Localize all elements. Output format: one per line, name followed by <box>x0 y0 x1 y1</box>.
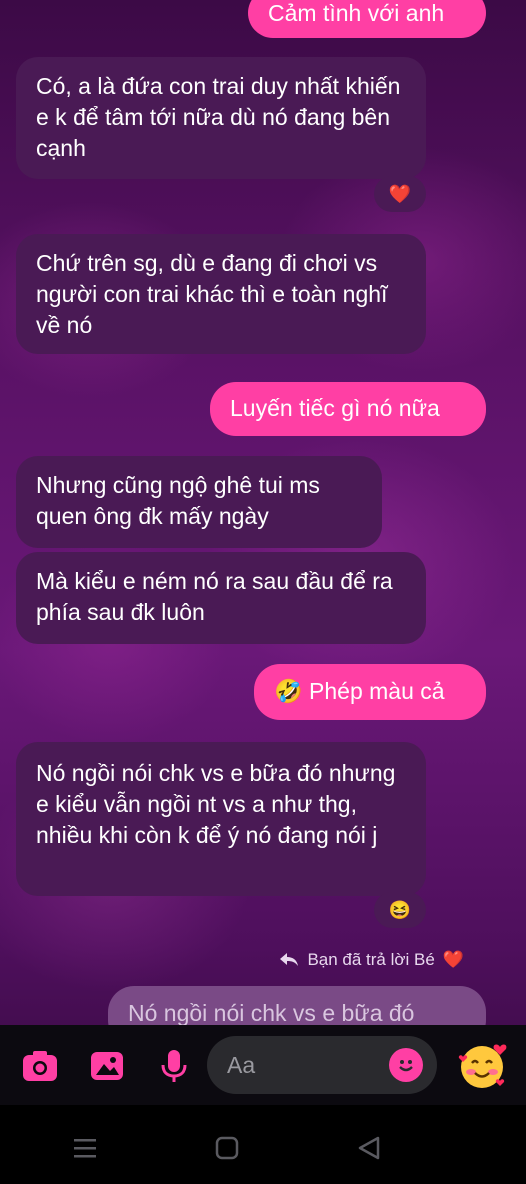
smiley-icon <box>399 1060 413 1072</box>
gallery-icon[interactable] <box>89 1048 125 1084</box>
quoted-message[interactable]: Nó ngồi nói chk vs e bữa đó <box>108 986 486 1025</box>
system-navigation-bar <box>0 1105 526 1184</box>
message-outgoing[interactable]: Cảm tình với anh <box>248 0 486 38</box>
smiling-face-with-hearts-icon <box>458 1044 507 1088</box>
reply-note-text: Bạn đã trả lời Bé <box>307 950 435 969</box>
recent-apps-icon[interactable] <box>72 1137 98 1159</box>
back-icon[interactable] <box>356 1135 382 1161</box>
message-reaction[interactable]: 😆 <box>374 892 426 928</box>
message-composer: Aa <box>0 1025 526 1105</box>
message-incoming[interactable]: Có, a là đứa con trai duy nhất khiến e k… <box>16 57 426 179</box>
message-incoming[interactable]: Mà kiểu e ném nó ra sau đầu để ra phía s… <box>16 552 426 644</box>
message-input-placeholder: Aa <box>227 1051 256 1078</box>
home-icon[interactable] <box>215 1136 239 1160</box>
message-reaction[interactable]: ❤️ <box>374 176 426 212</box>
chat-thread[interactable]: Cảm tình với anh Có, a là đứa con trai d… <box>0 0 526 1025</box>
laughing-face-icon: 😆 <box>388 899 412 920</box>
message-outgoing[interactable]: Luyến tiếc gì nó nữa <box>210 382 486 436</box>
message-incoming[interactable]: Nó ngồi nói chk vs e bữa đó nhưng e kiểu… <box>16 742 426 896</box>
reply-arrow-icon <box>280 953 299 966</box>
message-input[interactable]: Aa <box>207 1036 437 1094</box>
reply-indicator: Bạn đã trả lời Bé ❤️ <box>279 950 464 970</box>
heart-icon: ❤️ <box>388 183 412 204</box>
message-outgoing[interactable]: 🤣 Phép màu cả <box>254 664 486 720</box>
camera-icon[interactable] <box>22 1048 58 1084</box>
emoji-picker-button[interactable] <box>389 1048 423 1082</box>
microphone-icon[interactable] <box>156 1048 192 1084</box>
heart-icon: ❤️ <box>442 950 464 969</box>
quick-reaction-button[interactable] <box>456 1039 508 1091</box>
message-incoming[interactable]: Nhưng cũng ngộ ghê tui ms quen ông đk mấ… <box>16 456 382 548</box>
message-incoming[interactable]: Chứ trên sg, dù e đang đi chơi vs người … <box>16 234 426 354</box>
